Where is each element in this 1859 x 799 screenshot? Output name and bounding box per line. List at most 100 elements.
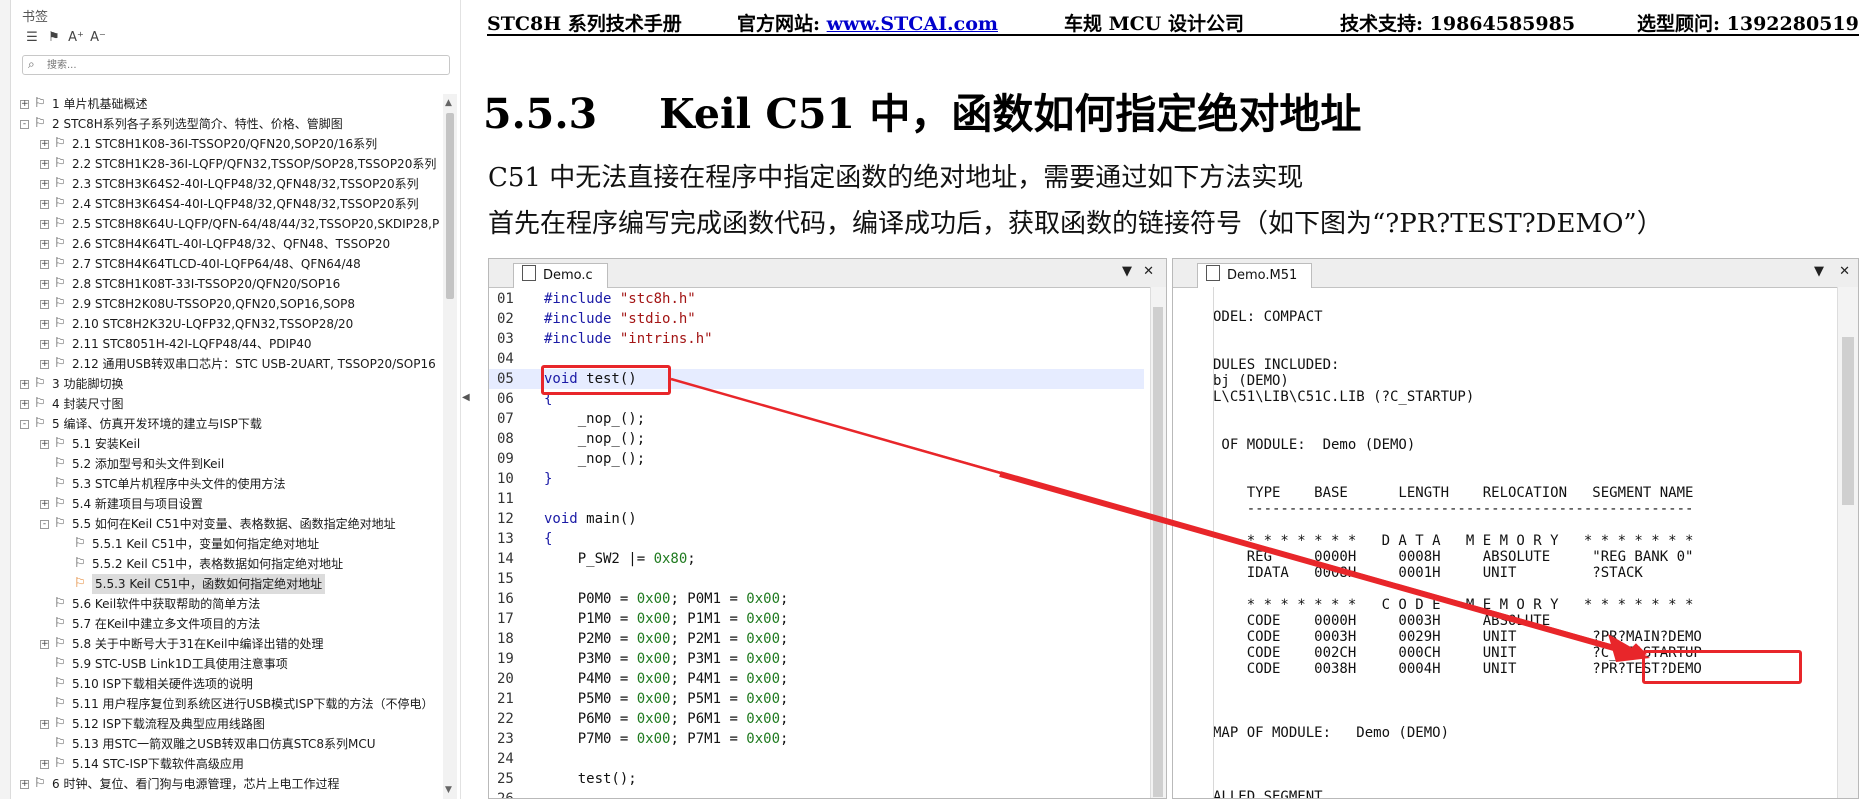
code-line: 01 #include "stc8h.h" <box>489 289 1144 309</box>
bookmark-item[interactable]: + ⚐ 5.14 STC-ISP下载软件高级应用 <box>16 754 440 774</box>
bookmark-item[interactable]: + ⚐ 2.8 STC8H1K08T-33I-TSSOP20/QFN20/SOP16 <box>16 274 440 294</box>
bookmark-item[interactable]: + ⚐ 4 封装尺寸图 <box>16 394 440 414</box>
bookmark-label: 2.4 STC8H3K64S4-40I-LQFP48/32,QFN48/32,T… <box>72 197 419 211</box>
expand-icon[interactable]: + <box>40 300 49 309</box>
bookmark-item[interactable]: + ⚐ 2.5 STC8H8K64U-LQFP/QFN-64/48/44/32,TS… <box>16 214 440 234</box>
expand-icon[interactable]: + <box>20 400 29 409</box>
bookmark-item[interactable]: - ⚐ 2 STC8H系列各子系列选型简介、特性、价格、管脚图 <box>16 114 440 134</box>
expand-icon[interactable]: + <box>40 440 49 449</box>
bookmark-flag-icon: ⚐ <box>54 716 66 731</box>
bookmark-options-icon[interactable]: ☰ <box>22 28 42 48</box>
collapse-panel-icon[interactable]: ◀ <box>462 392 470 403</box>
bookmark-item[interactable]: ⚐ 5.5.1 Keil C51中，变量如何指定绝对地址 <box>16 534 440 554</box>
bookmark-item[interactable]: + ⚐ 2.2 STC8H1K28-36I-LQFP/QFN32,TSSOP/SOP… <box>16 154 440 174</box>
bookmark-item[interactable]: ⚐ 5.13 用STC一箭双雕之USB转双串口仿真STC8系列MCU <box>16 734 440 754</box>
bookmark-item[interactable]: ⚐ 5.11 用户程序复位到系统区进行USB模式ISP下载的方法（不停电） <box>16 694 440 714</box>
bookmark-label: 6 时钟、复位、看门狗与电源管理，芯片上电工作过程 <box>52 777 340 791</box>
tab-demo-c[interactable]: Demo.c <box>513 263 608 288</box>
map-file-content[interactable]: ODEL: COMPACT DULES INCLUDED: bj (DEMO) L\C… <box>1213 309 1702 798</box>
tab-dropdown-icon[interactable]: ▼ <box>1814 264 1824 279</box>
line-number: 05 <box>497 371 514 387</box>
bookmark-item[interactable]: + ⚐ 1 单片机基础概述 <box>16 94 440 114</box>
website-link[interactable]: www.STCAI.com <box>827 13 998 35</box>
expand-icon[interactable]: + <box>40 200 49 209</box>
expand-icon[interactable]: + <box>40 240 49 249</box>
bookmark-scroll-thumb[interactable] <box>446 113 454 299</box>
expand-icon[interactable]: + <box>40 720 49 729</box>
bookmark-item[interactable]: + ⚐ 6 时钟、复位、看门狗与电源管理，芯片上电工作过程 <box>16 774 440 794</box>
bookmark-flag-icon: ⚐ <box>54 496 66 511</box>
bookmark-item[interactable]: + ⚐ 2.4 STC8H3K64S4-40I-LQFP48/32,QFN48/32… <box>16 194 440 214</box>
bookmark-item[interactable]: + ⚐ 5.1 安装Keil <box>16 434 440 454</box>
c-file-icon <box>522 265 536 281</box>
bookmark-search-input[interactable] <box>47 57 437 73</box>
bookmark-item[interactable]: ⚐ 5.5.3 Keil C51中，函数如何指定绝对地址 <box>16 574 440 594</box>
code-text: P_SW2 |= 0x80; <box>544 551 696 567</box>
expand-icon[interactable]: + <box>40 180 49 189</box>
expand-icon[interactable]: + <box>40 220 49 229</box>
bookmark-item[interactable]: ⚐ 5.2 添加型号和头文件到Keil <box>16 454 440 474</box>
expand-icon[interactable]: + <box>20 380 29 389</box>
expand-icon[interactable]: + <box>40 160 49 169</box>
bookmark-label: 2.5 STC8H8K64U-LQFP/QFN-64/48/44/32,TSSO… <box>72 217 440 231</box>
collapse-icon[interactable]: - <box>20 120 29 129</box>
bookmark-item[interactable]: + ⚐ 2.12 通用USB转双串口芯片：STC USB-2UART, TSSOP2… <box>16 354 440 374</box>
expand-icon[interactable]: + <box>40 640 49 649</box>
bookmark-label: 5.9 STC-USB Link1D工具使用注意事项 <box>72 657 288 671</box>
bookmark-item[interactable]: + ⚐ 2.7 STC8H4K64TLCD-40I-LQFP64/48、QFN64/… <box>16 254 440 274</box>
viewer-scroll-thumb[interactable] <box>1842 337 1854 505</box>
bookmark-item[interactable]: + ⚐ 5.8 关于中断号大于31在Keil中编译出错的处理 <box>16 634 440 654</box>
bookmark-item[interactable]: ⚐ 5.6 Keil软件中获取帮助的简单方法 <box>16 594 440 614</box>
bookmark-item[interactable]: + ⚐ 3 功能脚切换 <box>16 374 440 394</box>
bookmark-item[interactable]: + ⚐ 5.12 ISP下载流程及典型应用线路图 <box>16 714 440 734</box>
code-text: P3M0 = 0x00; P3M1 = 0x00; <box>544 651 789 667</box>
bookmark-item[interactable]: ⚐ 5.7 在Keil中建立多文件项目的方法 <box>16 614 440 634</box>
expand-icon[interactable]: + <box>40 500 49 509</box>
close-icon[interactable]: ✕ <box>1839 264 1850 279</box>
bookmark-item[interactable]: ⚐ 5.3 STC单片机程序中头文件的使用方法 <box>16 474 440 494</box>
scroll-up-icon[interactable]: ▲ <box>445 98 452 108</box>
expand-icon[interactable]: + <box>40 760 49 769</box>
line-number: 03 <box>497 331 514 347</box>
font-increase-icon[interactable]: A⁺ <box>66 28 86 48</box>
bookmark-item[interactable]: + ⚐ 2.10 STC8H2K32U-LQFP32,QFN32,TSSOP28/2… <box>16 314 440 334</box>
code-area[interactable]: 01 #include "stc8h.h" 02 #include "stdio.h"… <box>489 287 1166 798</box>
add-bookmark-icon[interactable]: ⚑ <box>44 28 64 48</box>
viewer-scrollbar[interactable] <box>1837 287 1858 798</box>
code-line: 18 P2M0 = 0x00; P2M1 = 0x00; <box>489 629 1144 649</box>
bookmark-item[interactable]: ⚐ 5.5.2 Keil C51中，表格数据如何指定绝对地址 <box>16 554 440 574</box>
expand-icon[interactable]: + <box>40 320 49 329</box>
editor-scroll-thumb[interactable] <box>1153 307 1163 797</box>
bookmark-item[interactable]: ⚐ 5.10 ISP下载相关硬件选项的说明 <box>16 674 440 694</box>
bookmark-item[interactable]: + ⚐ 2.1 STC8H1K08-36I-TSSOP20/QFN20,SOP20/… <box>16 134 440 154</box>
bookmark-item[interactable]: - ⚐ 5 编译、仿真开发环境的建立与ISP下载 <box>16 414 440 434</box>
editor-scrollbar[interactable] <box>1150 287 1166 798</box>
line-number: 01 <box>497 291 514 307</box>
bookmark-item[interactable]: + ⚐ 5.4 新建项目与项目设置 <box>16 494 440 514</box>
bookmark-item[interactable]: ⚐ 5.9 STC-USB Link1D工具使用注意事项 <box>16 654 440 674</box>
bookmark-item[interactable]: + ⚐ 2.3 STC8H3K64S2-40I-LQFP48/32,QFN48/32… <box>16 174 440 194</box>
scroll-down-icon[interactable]: ▼ <box>445 785 452 795</box>
bookmark-item[interactable]: + ⚐ 2.11 STC8051H-42I-LQFP48/44、PDIP40 <box>16 334 440 354</box>
line-number: 08 <box>497 431 514 447</box>
close-icon[interactable]: ✕ <box>1143 264 1154 279</box>
expand-icon[interactable]: + <box>20 100 29 109</box>
code-text: P4M0 = 0x00; P4M1 = 0x00; <box>544 671 789 687</box>
collapse-icon[interactable]: - <box>40 520 49 529</box>
tab-dropdown-icon[interactable]: ▼ <box>1122 264 1132 279</box>
bookmark-item[interactable]: + ⚐ 2.6 STC8H4K64TL-40I-LQFP48/32、QFN48、TS… <box>16 234 440 254</box>
expand-icon[interactable]: + <box>40 280 49 289</box>
collapse-icon[interactable]: - <box>20 420 29 429</box>
font-decrease-icon[interactable]: A⁻ <box>88 28 108 48</box>
bookmark-label: 5.14 STC-ISP下载软件高级应用 <box>72 757 244 771</box>
code-line: 16 P0M0 = 0x00; P0M1 = 0x00; <box>489 589 1144 609</box>
bookmark-item[interactable]: + ⚐ 2.9 STC8H2K08U-TSSOP20,QFN20,SOP16,SOP… <box>16 294 440 314</box>
expand-icon[interactable]: + <box>40 260 49 269</box>
expand-icon[interactable]: + <box>40 340 49 349</box>
expand-icon[interactable]: + <box>40 360 49 369</box>
expand-icon[interactable]: + <box>20 780 29 789</box>
expand-icon[interactable]: + <box>40 140 49 149</box>
bookmark-item[interactable]: - ⚐ 5.5 如何在Keil C51中对变量、表格数据、函数指定绝对地址 <box>16 514 440 534</box>
tab-demo-m51[interactable]: Demo.M51 <box>1197 263 1313 288</box>
panel-tab-strip[interactable] <box>0 0 11 799</box>
